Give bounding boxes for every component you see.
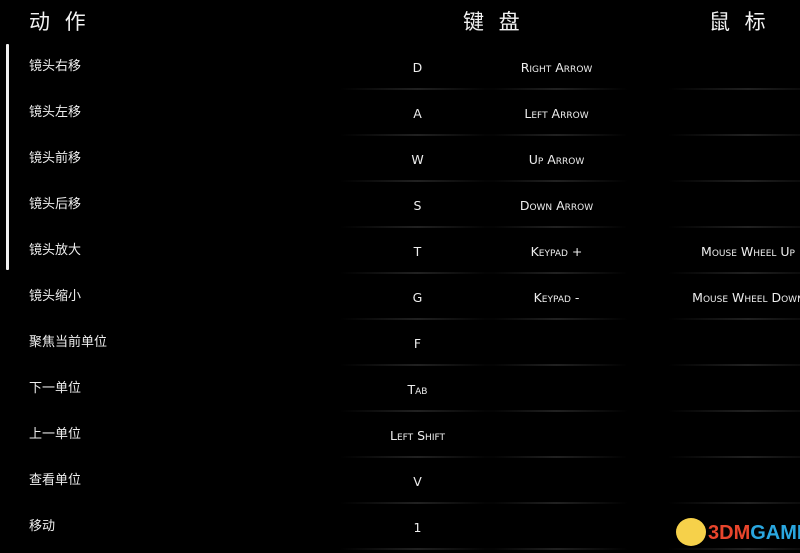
keybinding-row: 镜头放大 T Keypad + Mouse Wheel Up <box>0 228 800 274</box>
secondary-key-binding[interactable]: Down Arrow <box>485 182 628 228</box>
action-label: 镜头左移 <box>29 105 82 120</box>
primary-key-binding[interactable]: V <box>340 458 495 504</box>
primary-key-binding[interactable]: 1 <box>340 504 495 550</box>
secondary-key-binding[interactable] <box>485 458 628 504</box>
secondary-key-binding[interactable]: Keypad + <box>485 228 628 274</box>
primary-key-binding[interactable]: Left Shift <box>340 412 495 458</box>
header-action: 动 作 <box>29 10 90 34</box>
mouse-binding[interactable] <box>668 136 800 182</box>
primary-key-binding[interactable]: F <box>340 320 495 366</box>
watermark-text: 3DMGAME <box>708 522 800 544</box>
primary-key-binding[interactable]: D <box>340 44 495 90</box>
mouse-binding[interactable] <box>668 182 800 228</box>
keybinding-row: 下一单位 Tab <box>0 366 800 412</box>
action-label: 镜头放大 <box>29 243 82 258</box>
secondary-key-binding[interactable]: Keypad - <box>485 274 628 320</box>
mouse-binding[interactable]: Mouse Wheel Down <box>668 274 800 320</box>
keybinding-row: 聚焦当前单位 F <box>0 320 800 366</box>
primary-key-binding[interactable]: A <box>340 90 495 136</box>
secondary-key-binding[interactable]: Left Arrow <box>485 90 628 136</box>
keybinding-row: 上一单位 Left Shift <box>0 412 800 458</box>
secondary-key-binding[interactable]: Right Arrow <box>485 44 628 90</box>
mouse-binding[interactable] <box>668 44 800 90</box>
primary-key-binding[interactable]: G <box>340 274 495 320</box>
action-label: 聚焦当前单位 <box>29 335 108 350</box>
action-label: 镜头后移 <box>29 197 82 212</box>
mouse-binding[interactable] <box>668 320 800 366</box>
header-mouse: 鼠 标 <box>709 10 770 34</box>
primary-key-binding[interactable]: W <box>340 136 495 182</box>
action-label: 移动 <box>29 519 56 534</box>
keybinding-row: 镜头后移 S Down Arrow <box>0 182 800 228</box>
secondary-key-binding[interactable] <box>485 504 628 550</box>
mouse-binding[interactable] <box>668 366 800 412</box>
mouse-binding[interactable]: Mouse Wheel Up <box>668 228 800 274</box>
primary-key-binding[interactable]: T <box>340 228 495 274</box>
secondary-key-binding[interactable]: Up Arrow <box>485 136 628 182</box>
secondary-key-binding[interactable] <box>485 320 628 366</box>
action-label: 镜头前移 <box>29 151 82 166</box>
mascot-icon <box>676 518 706 546</box>
header-keyboard: 键 盘 <box>463 10 524 34</box>
action-label: 下一单位 <box>29 381 82 396</box>
watermark-logo: 3DMGAME <box>676 516 800 550</box>
keybinding-row: 镜头缩小 G Keypad - Mouse Wheel Down <box>0 274 800 320</box>
mouse-binding[interactable] <box>668 458 800 504</box>
secondary-key-binding[interactable] <box>485 412 628 458</box>
secondary-key-binding[interactable] <box>485 366 628 412</box>
mouse-binding[interactable] <box>668 90 800 136</box>
keybinding-row: 查看单位 V <box>0 458 800 504</box>
action-label: 镜头缩小 <box>29 289 82 304</box>
action-label: 镜头右移 <box>29 59 82 74</box>
action-label: 上一单位 <box>29 427 82 442</box>
keybinding-row: 镜头前移 W Up Arrow <box>0 136 800 182</box>
action-label: 查看单位 <box>29 473 82 488</box>
primary-key-binding[interactable]: S <box>340 182 495 228</box>
mouse-binding[interactable] <box>668 412 800 458</box>
keybinding-row: 镜头右移 D Right Arrow <box>0 44 800 90</box>
keybinding-row: 镜头左移 A Left Arrow <box>0 90 800 136</box>
primary-key-binding[interactable]: Tab <box>340 366 495 412</box>
